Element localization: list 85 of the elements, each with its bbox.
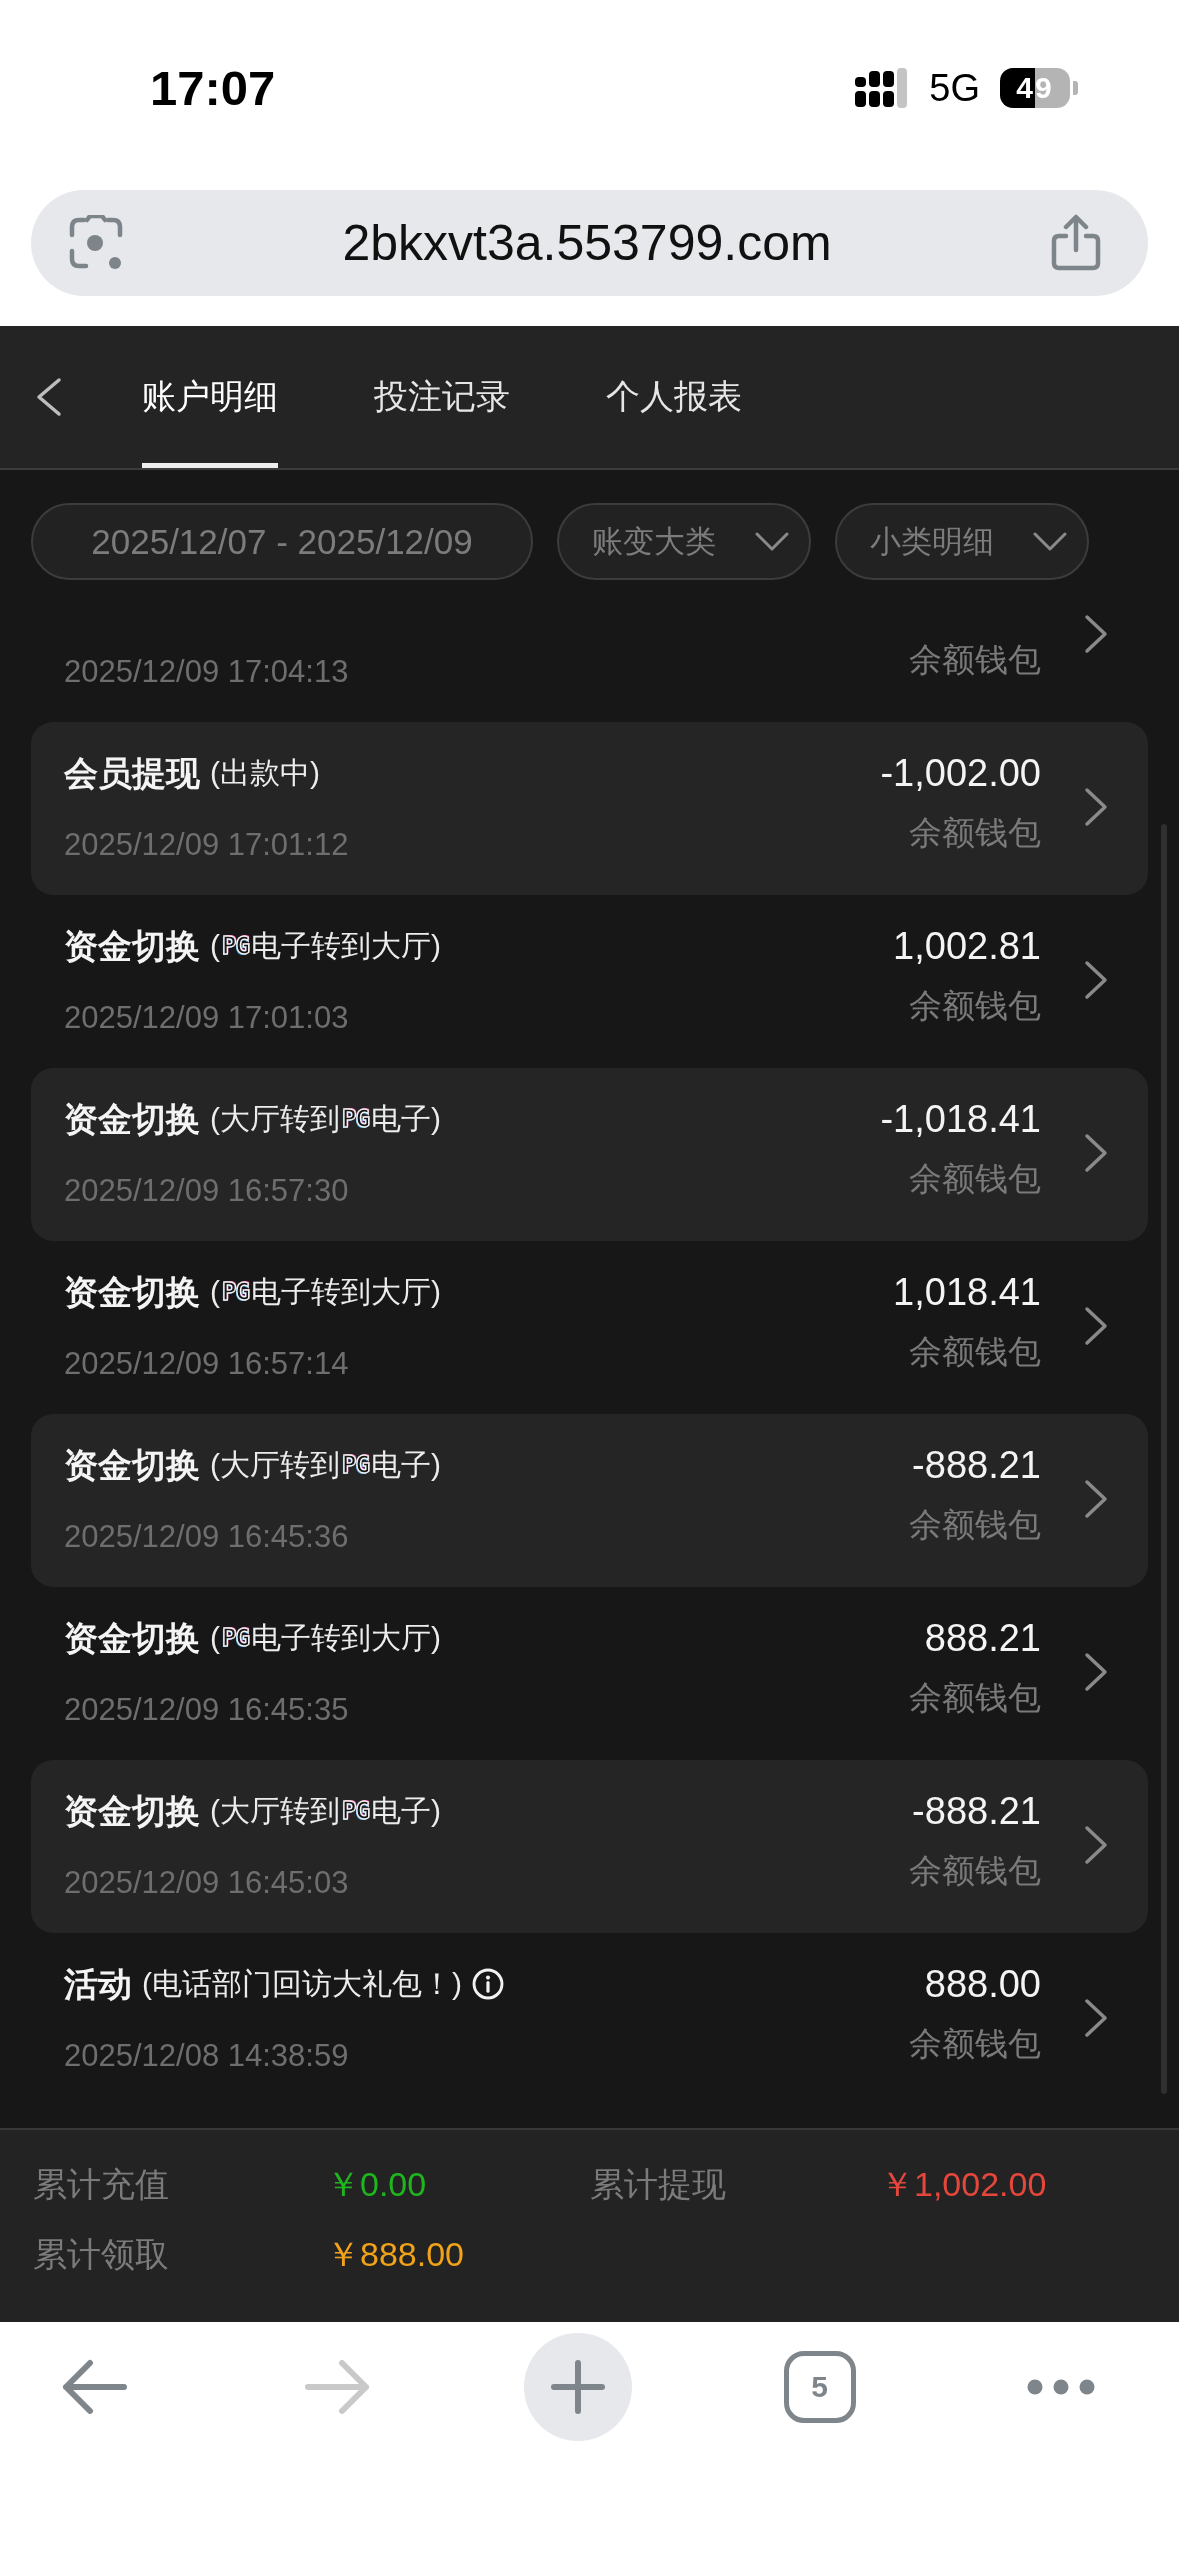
transaction-row[interactable]: 活动 (电话部门回访大礼包！) 2025/12/08 14:38:59 888.00 余额钱包 [31, 1933, 1148, 2106]
transaction-amount: -1,018.41 [880, 1097, 1041, 1141]
wallet-label: 余额钱包 [909, 1159, 1041, 1199]
address-bar[interactable]: 2bkxvt3a.553799.com [31, 190, 1148, 296]
plus-icon [550, 2359, 606, 2415]
transaction-time: 2025/12/09 17:04:13 [64, 653, 349, 691]
chevron-right-icon [1084, 614, 1108, 654]
transaction-row[interactable]: 资金切换 (大厅转到 PG电子) 2025/12/09 16:45:36 -888.21 余额钱包 [31, 1414, 1148, 1587]
transaction-time: 2025/12/09 16:57:14 [64, 1345, 349, 1383]
transaction-category: 活动 [64, 1964, 132, 2005]
wallet-label: 余额钱包 [909, 986, 1041, 1026]
chevron-right-icon [1084, 1652, 1108, 1692]
transaction-detail: (PG电子转到大厅) [210, 928, 441, 964]
transaction-time: 2025/12/09 17:01:12 [64, 826, 349, 864]
chevron-right-icon [1084, 1479, 1108, 1519]
chevron-right-icon [1084, 1306, 1108, 1346]
transaction-row[interactable]: 2025/12/09 17:04:13 余额钱包 [31, 585, 1148, 722]
transaction-category: 资金切换 [64, 1099, 200, 1140]
transaction-detail: (大厅转到 PG电子) [210, 1793, 441, 1829]
signal-icon [855, 67, 910, 108]
wallet-label: 余额钱包 [909, 1505, 1041, 1545]
summary-value: ￥888.00 [326, 2234, 464, 2275]
chevron-right-icon [1084, 1998, 1108, 2038]
tab[interactable]: 个人报表 [606, 326, 742, 468]
more-icon[interactable] [1027, 2379, 1095, 2395]
transaction-time: 2025/12/09 16:45:03 [64, 1864, 349, 1902]
transaction-amount: 1,018.41 [893, 1270, 1041, 1314]
wallet-label: 余额钱包 [909, 813, 1041, 853]
summary-label: 累计充值 [33, 2164, 169, 2205]
transaction-amount: -1,002.00 [880, 751, 1041, 795]
transaction-detail: (PG电子转到大厅) [210, 1620, 441, 1656]
chevron-right-icon [1084, 1133, 1108, 1173]
transaction-amount: 1,002.81 [893, 924, 1041, 968]
tab[interactable]: 投注记录 [374, 326, 510, 468]
transaction-amount: -888.21 [912, 1443, 1041, 1487]
transaction-amount: 888.21 [924, 1616, 1041, 1660]
chevron-down-icon [1033, 531, 1067, 552]
transaction-row[interactable]: 资金切换 (PG电子转到大厅) 2025/12/09 17:01:03 1,002.81 余额钱包 [31, 895, 1148, 1068]
transaction-category: 资金切换 [64, 1791, 200, 1832]
transaction-detail: (出款中) [210, 755, 320, 791]
summary-label: 累计领取 [33, 2234, 169, 2275]
transaction-category: 资金切换 [64, 926, 200, 967]
wallet-label: 余额钱包 [909, 1851, 1041, 1891]
transaction-category: 资金切换 [64, 1272, 200, 1313]
wallet-label: 余额钱包 [909, 640, 1041, 680]
transaction-detail: (电话部门回访大礼包！) [142, 1966, 462, 2002]
wallet-label: 余额钱包 [909, 2024, 1041, 2064]
transaction-detail: (PG电子转到大厅) [210, 1274, 441, 1310]
transaction-category: 资金切换 [64, 1618, 200, 1659]
transaction-time: 2025/12/09 16:45:36 [64, 1518, 349, 1556]
filter-dropdown[interactable]: 小类明细 [835, 503, 1089, 580]
filter-dropdown[interactable]: 账变大类 [557, 503, 811, 580]
transaction-row[interactable]: 会员提现 (出款中) 2025/12/09 17:01:12 -1,002.00 余额钱包 [31, 722, 1148, 895]
transaction-row[interactable]: 资金切换 (PG电子转到大厅) 2025/12/09 16:57:14 1,018.41 余额钱包 [31, 1241, 1148, 1414]
chevron-down-icon [755, 531, 789, 552]
network-label: 5G [929, 65, 980, 110]
transaction-amount: 888.00 [924, 1962, 1041, 2006]
transaction-row[interactable]: 资金切换 (PG电子转到大厅) 2025/12/09 16:45:35 888.21 余额钱包 [31, 1587, 1148, 1760]
transaction-row[interactable]: 资金切换 (大厅转到 PG电子) 2025/12/09 16:57:30 -1,018.41 余额钱包 [31, 1068, 1148, 1241]
transaction-time: 2025/12/09 16:57:30 [64, 1172, 349, 1210]
info-icon[interactable] [472, 1968, 504, 2000]
share-icon[interactable] [1050, 214, 1102, 272]
camera-scan-icon[interactable] [68, 215, 124, 271]
wallet-label: 余额钱包 [909, 1332, 1041, 1372]
summary-label: 累计提现 [590, 2164, 726, 2205]
transaction-category: 资金切换 [64, 1445, 200, 1486]
status-time: 17:07 [150, 59, 276, 116]
wallet-label: 余额钱包 [909, 1678, 1041, 1718]
chevron-right-icon [1084, 787, 1108, 827]
transaction-time: 2025/12/08 14:38:59 [64, 2037, 349, 2075]
transaction-detail: (大厅转到 PG电子) [210, 1101, 441, 1137]
back-arrow-icon[interactable] [60, 2359, 130, 2415]
transaction-time: 2025/12/09 16:45:35 [64, 1691, 349, 1729]
tab-count-button[interactable]: 5 [783, 2351, 856, 2423]
transaction-time: 2025/12/09 17:01:03 [64, 999, 349, 1037]
transaction-category: 会员提现 [64, 753, 200, 794]
chevron-right-icon [1084, 1825, 1108, 1865]
transaction-row[interactable]: 资金切换 (大厅转到 PG电子) 2025/12/09 16:45:03 -888.21 余额钱包 [31, 1760, 1148, 1933]
transaction-amount: -888.21 [912, 1789, 1041, 1833]
transaction-detail: (大厅转到 PG电子) [210, 1447, 441, 1483]
chevron-right-icon [1084, 960, 1108, 1000]
date-range-field[interactable]: 2025/12/07 - 2025/12/09 [31, 503, 533, 580]
summary-value: ￥0.00 [326, 2164, 427, 2205]
summary-value: ￥1,002.00 [880, 2164, 1047, 2205]
back-chevron-icon[interactable] [35, 377, 62, 417]
